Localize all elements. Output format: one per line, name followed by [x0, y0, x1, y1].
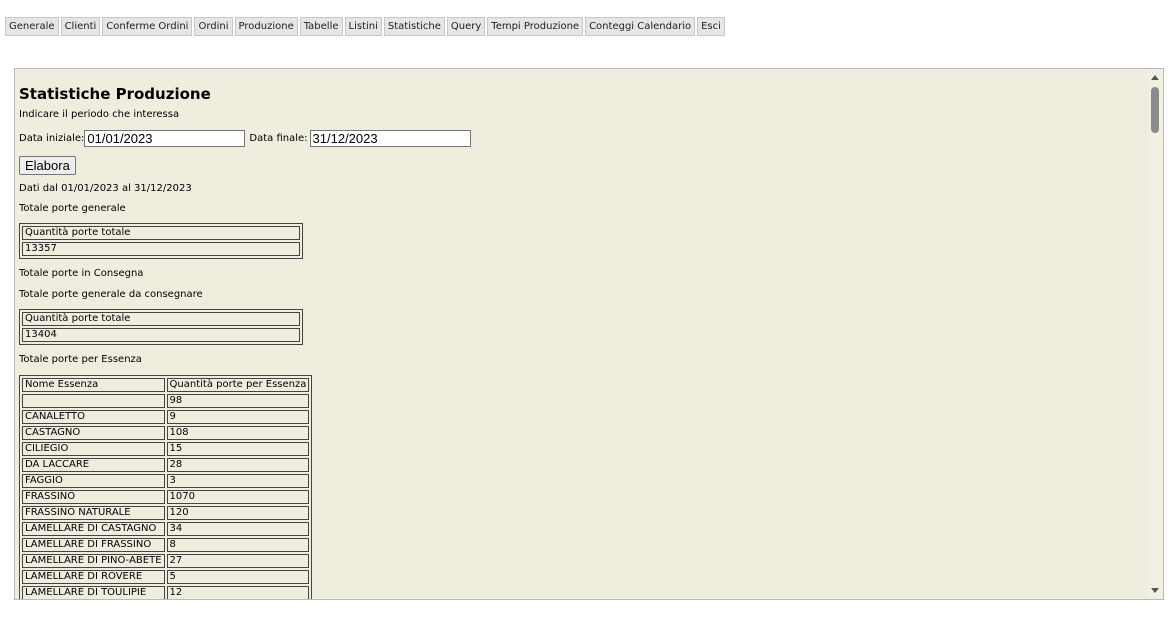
- general-total-value: 13357: [22, 242, 300, 256]
- start-date-label: Data iniziale:: [19, 133, 85, 144]
- table-row: CASTAGNO 108: [22, 426, 310, 440]
- essence-name-cell: CASTAGNO: [22, 426, 165, 440]
- tab-generale[interactable]: Generale: [5, 17, 59, 36]
- todeliver-total-header: Quantità porte totale: [22, 312, 300, 326]
- essence-qty-cell: 28: [166, 458, 310, 472]
- general-total-header: Quantità porte totale: [22, 226, 300, 240]
- essence-qty-cell: 8: [166, 538, 310, 552]
- table-row: LAMELLARE DI ROVERE 5: [22, 570, 310, 584]
- table-row: DA LACCARE 28: [22, 458, 310, 472]
- table-row: LAMELLARE DI TOULIPIE 12: [22, 586, 310, 599]
- date-range-form: Data iniziale: Data finale:: [19, 129, 1145, 148]
- delivery-heading: Totale porte in Consegna: [19, 268, 144, 279]
- essence-name-header: Nome Essenza: [22, 378, 165, 392]
- essence-qty-cell: 27: [166, 554, 310, 568]
- essence-name-cell: FAGGIO: [22, 474, 165, 488]
- tab-query[interactable]: Query: [446, 17, 486, 36]
- tab-conteggi-calendario[interactable]: Conteggi Calendario: [585, 17, 696, 36]
- essence-qty-cell: 9: [166, 410, 310, 424]
- tab-statistiche[interactable]: Statistiche: [383, 17, 445, 36]
- essence-name-cell: LAMELLARE DI PINO-ABETE: [22, 554, 165, 568]
- essence-name-cell: LAMELLARE DI FRASSINO: [22, 538, 165, 552]
- scroll-up-arrow-icon[interactable]: [1151, 75, 1159, 80]
- tab-produzione[interactable]: Produzione: [234, 17, 298, 36]
- essence-qty-cell: 34: [166, 522, 310, 536]
- essence-qty-cell: 120: [166, 506, 310, 520]
- essence-name-cell: DA LACCARE: [22, 458, 165, 472]
- essence-qty-cell: 1070: [166, 490, 310, 504]
- essence-table: Nome Essenza Quantità porte per Essenza …: [19, 375, 313, 599]
- tab-esci[interactable]: Esci: [697, 17, 725, 36]
- scrollbar-thumb[interactable]: [1151, 87, 1159, 133]
- vertical-scrollbar[interactable]: [1148, 69, 1163, 599]
- table-row: 98: [22, 394, 310, 408]
- todeliver-heading: Totale porte generale da consegnare: [19, 289, 203, 300]
- page-title: Statistiche Produzione: [19, 85, 211, 103]
- essence-qty-cell: 108: [166, 426, 310, 440]
- general-total-table: Quantità porte totale 13357: [19, 223, 303, 259]
- tab-tabelle[interactable]: Tabelle: [299, 17, 343, 36]
- essence-table-header: Nome Essenza Quantità porte per Essenza: [22, 378, 310, 392]
- table-row: FRASSINO 1070: [22, 490, 310, 504]
- tab-listini[interactable]: Listini: [344, 17, 382, 36]
- tab-clienti[interactable]: Clienti: [60, 17, 101, 36]
- tab-ordini[interactable]: Ordini: [194, 17, 233, 36]
- essence-qty-cell: 98: [166, 394, 310, 408]
- table-row: LAMELLARE DI FRASSINO 8: [22, 538, 310, 552]
- period-text: Dati dal 01/01/2023 al 31/12/2023: [19, 183, 192, 194]
- content-panel: Statistiche Produzione Indicare il perio…: [14, 68, 1164, 600]
- instruction-text: Indicare il periodo che interessa: [19, 109, 180, 120]
- essence-qty-cell: 12: [166, 586, 310, 599]
- essence-qty-cell: 5: [166, 570, 310, 584]
- end-date-label: Data finale:: [249, 133, 308, 144]
- essence-name-cell: LAMELLARE DI TOULIPIE: [22, 586, 165, 599]
- todeliver-total-table: Quantità porte totale 13404: [19, 309, 303, 345]
- scroll-down-arrow-icon[interactable]: [1151, 588, 1159, 593]
- table-row: LAMELLARE DI CASTAGNO 34: [22, 522, 310, 536]
- table-row: CILIEGIO 15: [22, 442, 310, 456]
- end-date-input[interactable]: [309, 130, 471, 147]
- essence-name-cell: LAMELLARE DI ROVERE: [22, 570, 165, 584]
- essence-name-cell: [22, 394, 165, 408]
- essence-qty-cell: 3: [166, 474, 310, 488]
- essence-name-cell: CANALETTO: [22, 410, 165, 424]
- essence-name-cell: FRASSINO NATURALE: [22, 506, 165, 520]
- table-row: FRASSINO NATURALE 120: [22, 506, 310, 520]
- tab-tempi-produzione[interactable]: Tempi Produzione: [487, 17, 584, 36]
- essence-qty-cell: 15: [166, 442, 310, 456]
- todeliver-total-value: 13404: [22, 328, 300, 342]
- start-date-input[interactable]: [84, 130, 246, 147]
- tab-conferme-ordini[interactable]: Conferme Ordini: [102, 17, 193, 36]
- table-row: CANALETTO 9: [22, 410, 310, 424]
- essence-qty-header: Quantità porte per Essenza: [166, 378, 310, 392]
- essence-name-cell: FRASSINO: [22, 490, 165, 504]
- essence-name-cell: LAMELLARE DI CASTAGNO: [22, 522, 165, 536]
- general-heading: Totale porte generale: [19, 203, 126, 214]
- essence-heading: Totale porte per Essenza: [19, 354, 142, 365]
- scrollable-content: Statistiche Produzione Indicare il perio…: [19, 69, 1145, 599]
- essence-name-cell: CILIEGIO: [22, 442, 165, 456]
- main-menu-tabs: Generale Clienti Conferme Ordini Ordini …: [5, 17, 725, 36]
- table-row: FAGGIO 3: [22, 474, 310, 488]
- elabora-button[interactable]: Elabora: [19, 156, 76, 175]
- table-row: LAMELLARE DI PINO-ABETE 27: [22, 554, 310, 568]
